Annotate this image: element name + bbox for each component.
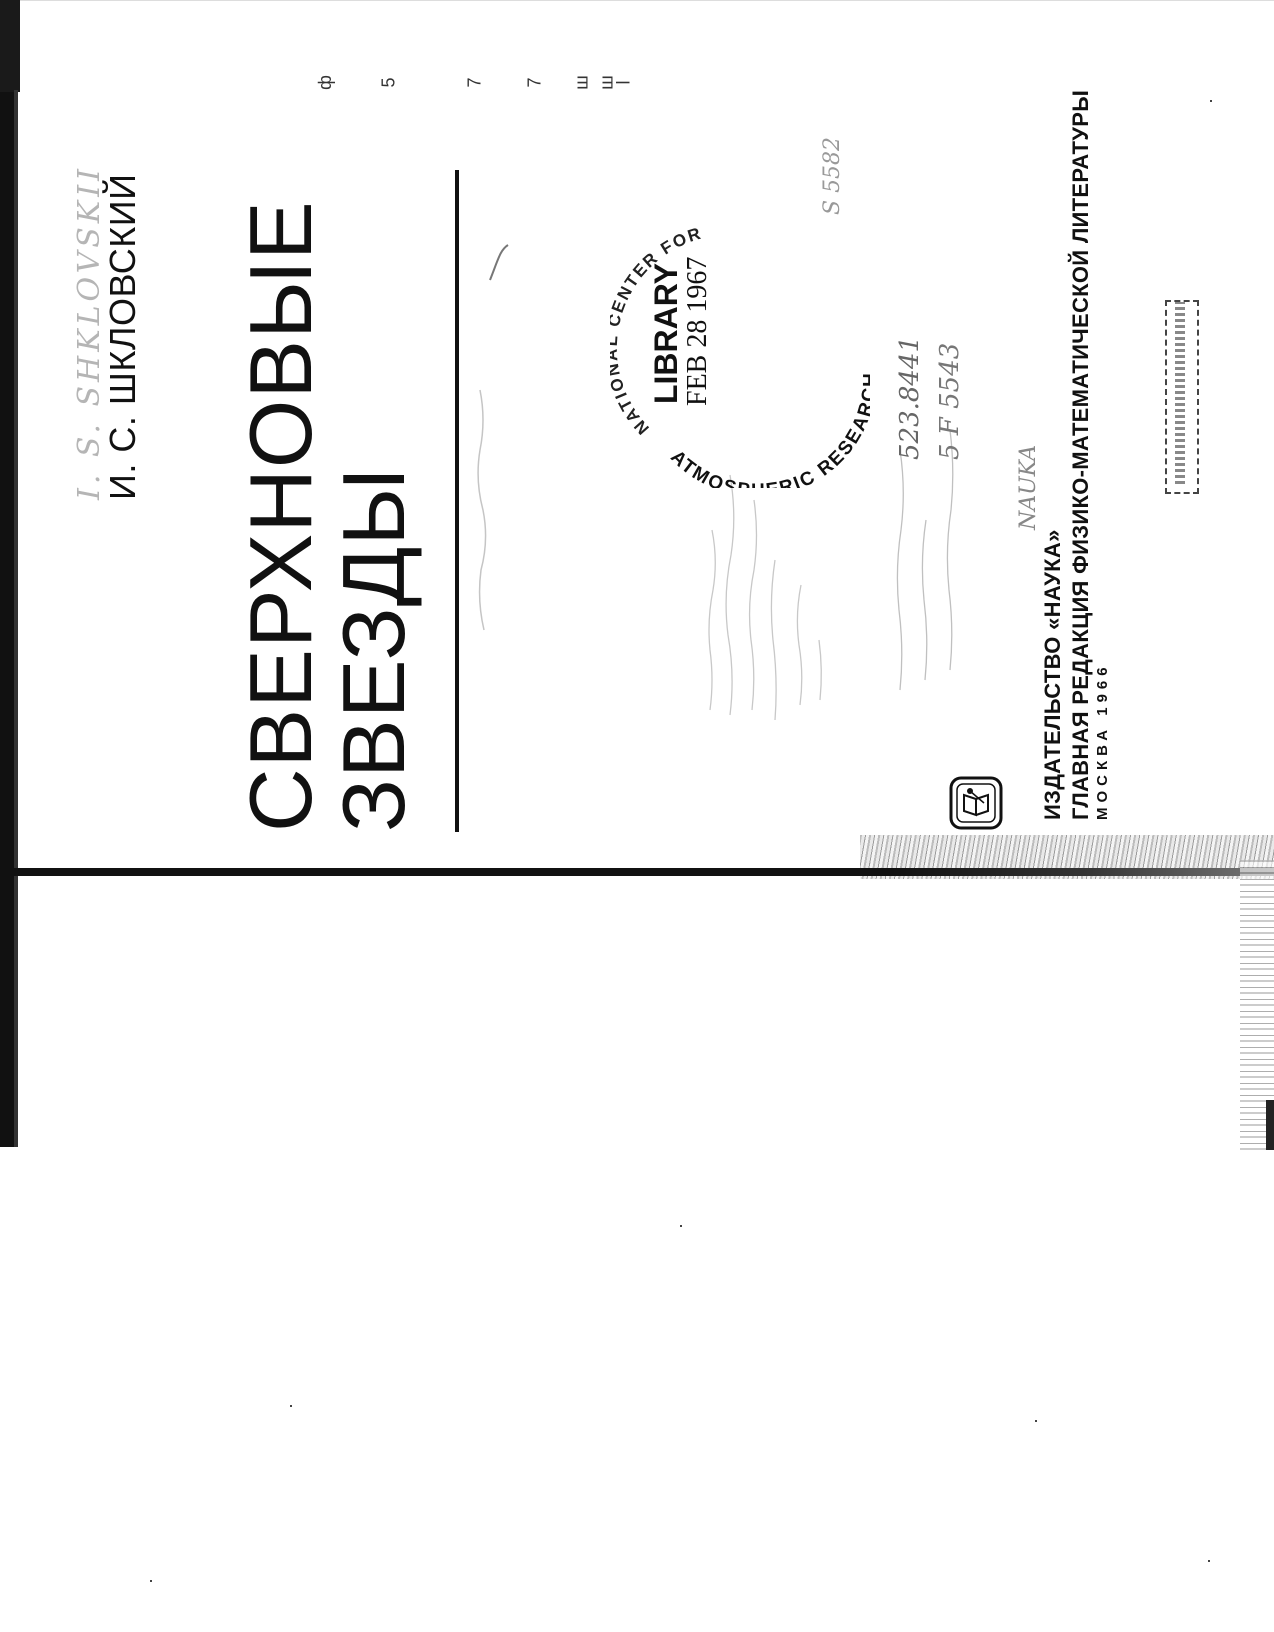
bleed-mark: 7 xyxy=(464,77,485,88)
book-author: И. С. ШКЛОВСКИЙ xyxy=(102,173,143,500)
scan-dust xyxy=(680,1225,682,1227)
publisher-city-year: МОСКВА 1966 xyxy=(1094,662,1111,820)
handwritten-call-number-1: 523.8441 xyxy=(895,335,925,460)
accession-stamp-text xyxy=(1175,302,1185,484)
book-title-line1: СВЕРХНОВЫЕ xyxy=(231,200,330,832)
bleed-mark: l xyxy=(613,80,634,85)
bleed-mark: 5 xyxy=(378,77,399,88)
stamp-date: FEB 28 1967 xyxy=(682,256,713,406)
bleed-mark: 7 xyxy=(524,77,545,88)
scan-left-edge-corner xyxy=(0,0,20,92)
scan-right-edge-mark xyxy=(1266,1100,1274,1150)
scan-dust xyxy=(290,1405,292,1407)
scan-dust xyxy=(150,1580,152,1582)
scan-fold-line xyxy=(0,868,1274,876)
handwritten-call-number-2: 5 F 5543 xyxy=(935,342,965,460)
bleed-mark: ш xyxy=(571,75,592,90)
scan-left-edge-line xyxy=(14,90,18,1147)
scan-dust xyxy=(1208,1560,1210,1562)
book-title-line2: ЗВЕЗДЫ xyxy=(324,466,423,832)
handwritten-call-number-3: S 5582 xyxy=(820,136,845,215)
nauka-publisher-logo xyxy=(949,776,1003,830)
scan-dust xyxy=(1210,100,1212,102)
title-divider-rule xyxy=(455,170,459,832)
scan-left-edge xyxy=(0,0,14,1147)
scanned-title-page: ф 5 7 7 ш ш l I. S. SHKLOVSKII И. С. ШКЛ… xyxy=(0,0,1274,1632)
scan-top-edge xyxy=(14,0,1274,1)
handwritten-publisher-note: NAUKA xyxy=(1016,444,1041,530)
publisher-division: ГЛАВНАЯ РЕДАКЦИЯ ФИЗИКО-МАТЕМАТИЧЕСКОЙ Л… xyxy=(1068,89,1093,820)
scan-dust xyxy=(1035,1420,1037,1422)
pencil-scribble xyxy=(477,244,509,631)
publisher-name: ИЗДАТЕЛЬСТВО «НАУКА» xyxy=(1040,529,1065,820)
bleed-mark: ф xyxy=(314,75,335,90)
stamp-library-label: LIBRARY xyxy=(648,262,684,404)
